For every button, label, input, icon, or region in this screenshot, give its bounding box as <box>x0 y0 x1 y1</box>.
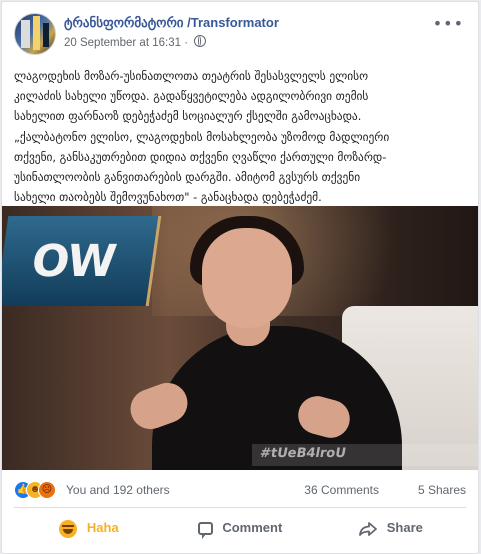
comment-label: Comment <box>222 520 283 535</box>
angry-icon: ☹ <box>38 481 56 499</box>
reaction-count[interactable]: You and 192 others <box>66 483 170 497</box>
share-button[interactable]: Share <box>316 510 466 546</box>
page-name-link[interactable]: ტრანსფორმატორი /Transformator <box>64 15 279 31</box>
post-image[interactable]: OW #tUeB4lroU <box>2 206 478 470</box>
actions-divider <box>14 507 466 508</box>
haha-icon <box>59 519 78 538</box>
tv-ticker-text: #tUeB4lroU <box>258 446 348 461</box>
person-face <box>202 228 292 328</box>
avatar-graphic <box>33 16 40 50</box>
haha-label: Haha <box>86 520 119 535</box>
reactions-summary: 👍 ☻ ☹ You and 192 others 36 Comments 5 S… <box>14 480 466 500</box>
haha-button[interactable]: Haha <box>14 510 164 546</box>
post-timestamp[interactable]: 20 September at 16:31 <box>64 37 181 49</box>
share-label: Share <box>386 520 423 535</box>
ellipsis-icon[interactable]: ••• <box>433 14 464 33</box>
shares-count[interactable]: 5 Shares <box>418 483 466 497</box>
comment-button[interactable]: Comment <box>165 510 315 546</box>
comments-count[interactable]: 36 Comments <box>304 483 379 497</box>
comment-icon <box>197 522 213 540</box>
avatar-graphic <box>21 20 30 48</box>
page-avatar[interactable] <box>14 13 56 55</box>
post-header: ტრანსფორმატორი /Transformator 20 Septemb… <box>2 2 478 58</box>
avatar-graphic <box>43 23 49 47</box>
post-text: ლაგოდეხის მოზარ-უსინათლოთა თეატრის შესას… <box>14 69 390 205</box>
reaction-icons[interactable]: 👍 ☻ ☹ <box>14 481 62 499</box>
post-actions: Haha Comment Share <box>14 510 466 546</box>
post-card: ტრანსფორმატორი /Transformator 20 Septemb… <box>1 1 479 554</box>
globe-icon[interactable] <box>194 35 207 47</box>
post-meta-separator: · <box>184 37 192 49</box>
share-icon <box>359 521 378 536</box>
show-sign-text: OW <box>28 236 118 287</box>
post-meta: 20 September at 16:31 · <box>64 35 207 49</box>
